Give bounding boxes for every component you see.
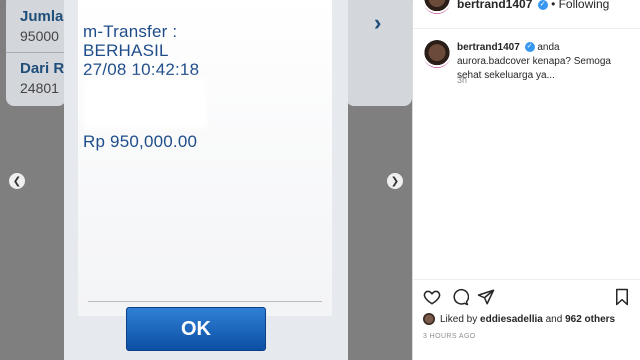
dialog-divider [88, 301, 322, 302]
post-date[interactable]: 3 HOURS AGO [423, 333, 476, 340]
likes-and: and [545, 313, 563, 325]
verified-badge-icon: ✓ [524, 42, 535, 53]
verified-badge-icon: ✓ [537, 0, 548, 10]
heart-icon[interactable] [423, 288, 441, 306]
ok-button: OK [126, 307, 266, 351]
liker-username[interactable]: eddiesadellia [480, 314, 543, 325]
transfer-amount: Rp 950,000.00 [83, 132, 198, 151]
background-app-card: Jumlah 95000 Dari R 24801 [6, 0, 72, 106]
comment-time: 3h [457, 75, 468, 85]
likes-prefix: Liked by [440, 313, 478, 325]
likes-summary: Liked by eddiesadellia and 962 others [423, 313, 615, 325]
background-app-card-right: › [346, 0, 412, 106]
post-panel: bertrand1407 ✓ • Following bertrand1407 … [412, 0, 640, 360]
follow-status[interactable]: • Following [551, 0, 609, 11]
screenshot-image: m-Transfer : BERHASIL 27/08 10:42:18 Rp … [64, 0, 348, 360]
chevron-right-icon: ❯ [390, 175, 400, 187]
image-viewer: Jumlah 95000 Dari R 24801 › m-Transfer :… [0, 0, 412, 360]
comment-icon[interactable] [451, 288, 469, 306]
chevron-right-icon: › [374, 10, 382, 35]
post-header: bertrand1407 ✓ • Following [457, 0, 609, 11]
post-caption: bertrand1407 ✓ anda aurora.badcover kena… [457, 41, 635, 83]
chevron-left-icon: ❮ [12, 175, 22, 187]
author-avatar[interactable] [423, 0, 451, 14]
redacted-area [86, 80, 204, 126]
actions-divider [413, 279, 640, 280]
previous-image-button[interactable]: ❮ [9, 173, 25, 189]
background-divider [6, 52, 66, 53]
transfer-status: BERHASIL [83, 41, 169, 60]
author-username[interactable]: bertrand1407 [457, 0, 532, 11]
comment-username[interactable]: bertrand1407 [457, 42, 520, 53]
transfer-type: m-Transfer : [83, 22, 178, 41]
liker-avatar [423, 313, 435, 325]
transfer-timestamp: 27/08 10:42:18 [83, 60, 200, 79]
likes-count[interactable]: 962 others [565, 314, 615, 325]
comment-avatar[interactable] [423, 40, 451, 68]
transfer-dialog: m-Transfer : BERHASIL 27/08 10:42:18 Rp … [78, 0, 332, 316]
bookmark-icon[interactable] [613, 288, 631, 306]
share-icon[interactable] [477, 288, 495, 306]
header-divider [413, 28, 640, 29]
next-image-button[interactable]: ❯ [387, 173, 403, 189]
